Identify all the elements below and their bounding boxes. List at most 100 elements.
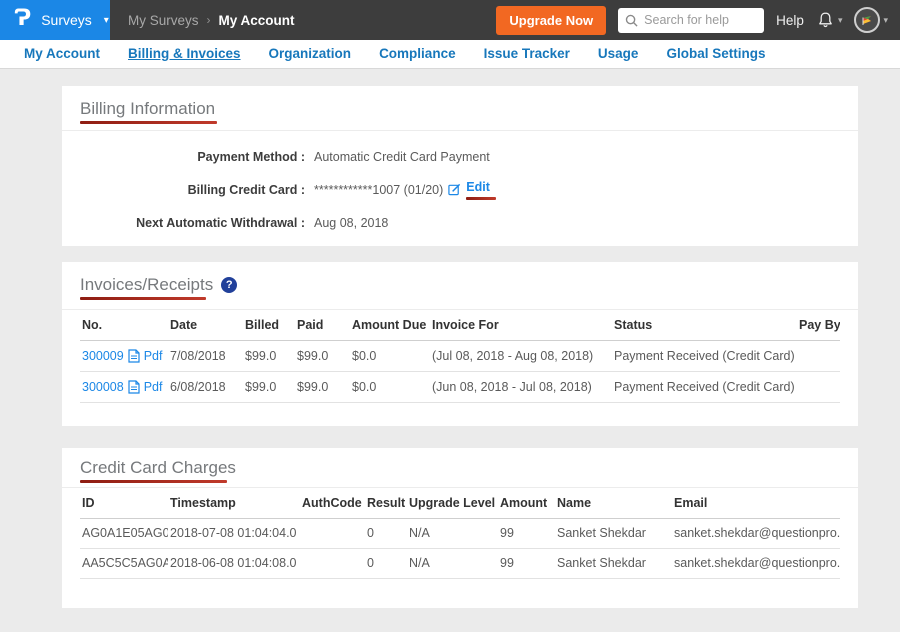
billing-information-title: Billing Information [80,99,217,119]
payment-method-label: Payment Method : [62,150,305,164]
column-header-billed: Billed [243,310,295,340]
invoice-billed: $99.0 [243,340,295,371]
invoice-amount-due: $0.0 [350,340,430,371]
charge-row: AA5C5C5AG0A2018-06-08 01:04:08.0 0N/A99Sa… [80,548,840,578]
invoice-for: (Jun 08, 2018 - Jul 08, 2018) [430,371,612,402]
charge-result: 0 [365,518,407,548]
invoice-for: (Jul 08, 2018 - Aug 08, 2018) [430,340,612,371]
charge-name: Sanket Shekdar [555,518,672,548]
column-header-no: No. [80,310,168,340]
breadcrumb: My Surveys › My Account [128,13,295,28]
invoice-pay-by [797,371,840,402]
invoice-pay-by [797,340,840,371]
next-withdrawal-row: Next Automatic Withdrawal : Aug 08, 2018 [62,206,858,239]
column-header-timestamp: Timestamp [168,488,300,518]
annotation-underline [80,121,217,124]
column-header-email: Email [672,488,840,518]
edit-credit-card-link[interactable]: Edit [466,180,490,194]
column-header-authcode: AuthCode [300,488,365,518]
column-header-name: Name [555,488,672,518]
charge-authcode [300,518,365,548]
product-name: Surveys [41,12,92,28]
help-icon[interactable]: ? [221,277,237,293]
column-header-result: Result [365,488,407,518]
invoice-date: 6/08/2018 [168,371,243,402]
charge-name: Sanket Shekdar [555,548,672,578]
tab-organization[interactable]: Organization [255,40,366,68]
tab-issue-tracker[interactable]: Issue Tracker [470,40,584,68]
invoice-row: 300009 Pdf7/08/2018$99.0$99.0$0.0(Jul 08… [80,340,840,371]
top-bar: Ɂ Surveys ▾ My Surveys › My Account Upgr… [0,0,900,40]
billing-credit-card-value: ************1007 (01/20) [314,183,443,197]
notifications-button[interactable]: ▾ [816,10,843,30]
annotation-underline [466,197,496,200]
annotation-underline [80,297,206,300]
edit-icon [448,183,461,196]
column-header-paid: Paid [295,310,350,340]
invoices-receipts-title: Invoices/Receipts [80,275,213,295]
pdf-icon [128,380,140,394]
column-header-amount-due: Amount Due [350,310,430,340]
invoice-row: 300008 Pdf6/08/2018$99.0$99.0$0.0(Jun 08… [80,371,840,402]
help-link[interactable]: Help [776,13,804,28]
invoice-status: Payment Received (Credit Card) [612,371,797,402]
upgrade-now-button[interactable]: Upgrade Now [496,6,606,35]
search-input[interactable] [618,8,764,33]
charge-upgrade-level: N/A [407,548,498,578]
invoice-paid: $99.0 [295,340,350,371]
invoice-number-link[interactable]: 300008 [82,380,124,394]
charge-email: sanket.shekdar@questionpro.com [672,518,840,548]
charges-header-row: IDTimestampAuthCodeResultUpgrade LevelAm… [80,488,840,518]
charge-timestamp: 2018-06-08 01:04:08.0 [168,548,300,578]
column-header-invoice-for: Invoice For [430,310,612,340]
tab-usage[interactable]: Usage [584,40,653,68]
breadcrumb-separator-icon: › [207,13,211,27]
breadcrumb-parent[interactable]: My Surveys [128,13,199,28]
bell-icon [816,10,835,30]
billing-information-panel: Billing Information Payment Method : Aut… [62,86,858,246]
avatar [854,7,880,33]
credit-card-charges-title: Credit Card Charges [80,458,236,478]
charge-id: AG0A1E05AG0A [80,518,168,548]
invoices-receipts-panel: Invoices/Receipts ? No.DateBilledPaidAmo… [62,262,858,426]
charge-amount: 99 [498,518,555,548]
charge-upgrade-level: N/A [407,518,498,548]
next-withdrawal-label: Next Automatic Withdrawal : [62,216,305,230]
charge-amount: 99 [498,548,555,578]
invoice-paid: $99.0 [295,371,350,402]
search-icon [625,14,638,27]
annotation-underline [80,480,227,483]
payment-method-row: Payment Method : Automatic Credit Card P… [62,140,858,173]
account-menu-button[interactable]: ▾ [854,7,888,33]
column-header-date: Date [168,310,243,340]
tab-compliance[interactable]: Compliance [365,40,470,68]
invoice-billed: $99.0 [243,371,295,402]
invoice-number-link[interactable]: 300009 [82,349,124,363]
invoice-date: 7/08/2018 [168,340,243,371]
invoices-table: No.DateBilledPaidAmount DueInvoice ForSt… [80,310,840,403]
column-header-id: ID [80,488,168,518]
charge-row: AG0A1E05AG0A2018-07-08 01:04:04.0 0N/A99S… [80,518,840,548]
credit-card-charges-panel: Credit Card Charges IDTimestampAuthCodeR… [62,448,858,608]
next-withdrawal-value: Aug 08, 2018 [314,216,388,230]
payment-method-value: Automatic Credit Card Payment [314,150,490,164]
tab-my-account[interactable]: My Account [10,40,114,68]
chevron-down-icon: ▾ [104,15,109,26]
charge-result: 0 [365,548,407,578]
questionpro-logo-icon: Ɂ [14,8,31,30]
invoice-pdf-link[interactable]: Pdf [144,380,163,394]
tab-billing-invoices[interactable]: Billing & Invoices [114,40,255,68]
tab-global-settings[interactable]: Global Settings [652,40,779,68]
column-header-upgrade-level: Upgrade Level [407,488,498,518]
billing-credit-card-label: Billing Credit Card : [62,183,305,197]
account-nav-tabs: My AccountBilling & InvoicesOrganization… [0,40,900,69]
charge-timestamp: 2018-07-08 01:04:04.0 [168,518,300,548]
chevron-down-icon: ▾ [883,15,888,26]
product-switcher[interactable]: Ɂ Surveys ▾ [0,0,110,40]
invoice-amount-due: $0.0 [350,371,430,402]
invoices-header-row: No.DateBilledPaidAmount DueInvoice ForSt… [80,310,840,340]
chevron-down-icon: ▾ [838,15,843,26]
charge-id: AA5C5C5AG0A [80,548,168,578]
charges-table: IDTimestampAuthCodeResultUpgrade LevelAm… [80,488,840,579]
invoice-pdf-link[interactable]: Pdf [144,349,163,363]
